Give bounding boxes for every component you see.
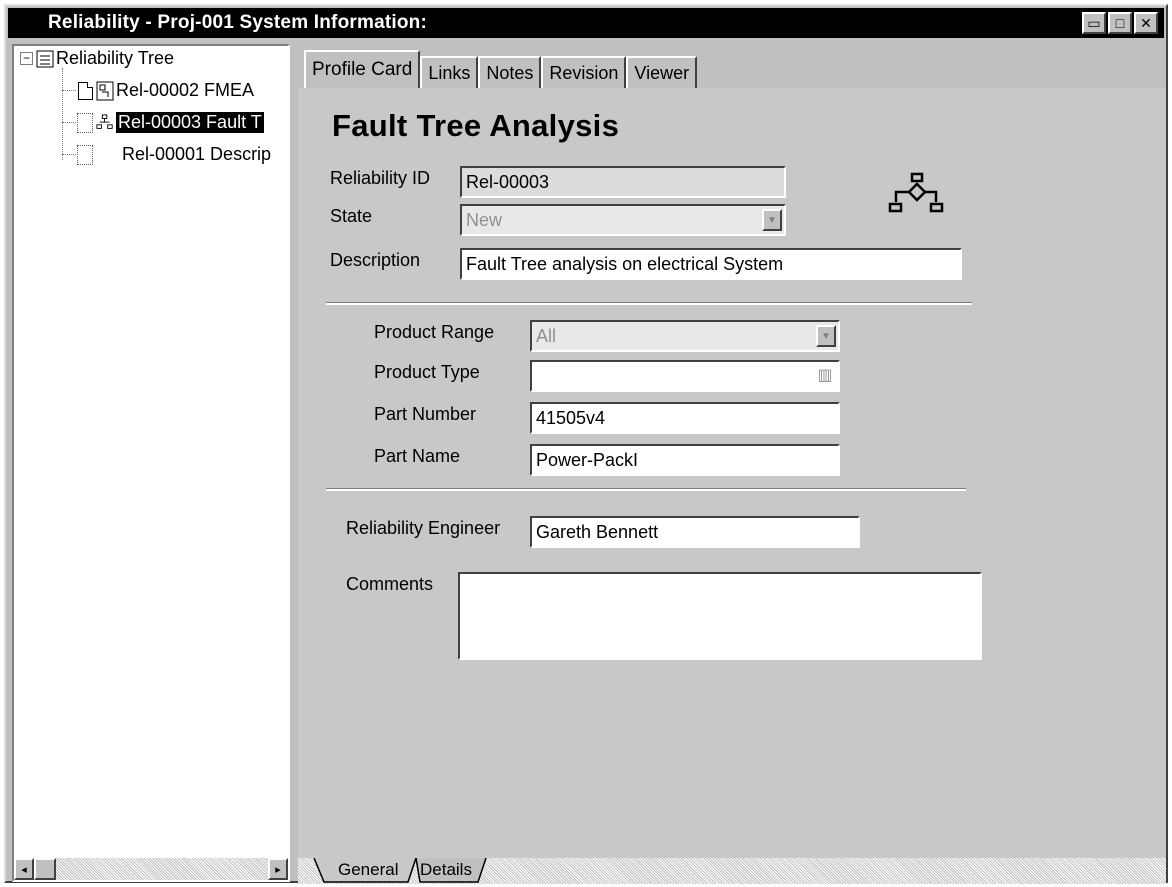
scroll-left-button[interactable]: ◂ — [14, 858, 34, 880]
tree-item-label: Rel-00002 FMEA — [116, 80, 255, 100]
state-value: New — [466, 210, 503, 230]
description-label: Description — [330, 250, 421, 270]
product-range-value: All — [536, 326, 557, 346]
page-title: Fault Tree Analysis — [332, 108, 620, 143]
fault-tree-icon — [888, 172, 946, 225]
tree-horizontal-scrollbar[interactable]: ◂ ▸ — [14, 858, 288, 880]
tree-item-label: Rel-00003 Fault T — [116, 112, 264, 133]
tab-links[interactable]: Links — [420, 56, 479, 88]
divider — [326, 488, 966, 491]
tab-details[interactable]: Details — [414, 858, 478, 882]
collapse-icon[interactable]: − — [20, 52, 33, 65]
tree-root[interactable]: − Reliability Tree — [20, 48, 174, 69]
part-number-label: Part Number — [374, 404, 477, 424]
title-bar[interactable]: Reliability - Proj-001 System Informatio… — [8, 8, 1164, 38]
bottom-tab-strip: General Details — [298, 858, 1166, 884]
state-label: State — [330, 206, 373, 226]
fmea-icon — [96, 81, 114, 101]
chevron-down-icon[interactable]: ▼ — [762, 209, 782, 231]
tab-revision[interactable]: Revision — [541, 56, 627, 88]
profile-card-panel: Fault Tree Analysis Reliability ID Rel-0… — [298, 88, 1166, 858]
maximize-icon: □ — [1115, 15, 1125, 31]
product-range-select[interactable]: All ▼ — [530, 320, 840, 352]
reliability-id-field[interactable]: Rel-00003 — [460, 166, 786, 198]
tab-viewer[interactable]: Viewer — [626, 56, 698, 88]
window-title: Reliability - Proj-001 System Informatio… — [48, 12, 427, 33]
description-field[interactable]: Fault Tree analysis on electrical System — [460, 248, 962, 280]
reliability-engineer-label: Reliability Engineer — [346, 518, 501, 538]
tree-item-rel-00001[interactable]: Rel-00001 Descrip — [76, 144, 271, 165]
tab-general[interactable]: General — [328, 858, 404, 882]
placeholder-icon — [76, 112, 94, 133]
part-name-label: Part Name — [374, 446, 461, 466]
tree-item-rel-00003[interactable]: Rel-00003 Fault T — [76, 112, 264, 133]
close-button[interactable]: ✕ — [1134, 12, 1158, 34]
placeholder-icon — [76, 144, 94, 165]
tree-item-label: Rel-00001 Descrip — [122, 144, 272, 164]
arrow-left-icon: ◂ — [21, 863, 27, 876]
tree-item-rel-00002[interactable]: Rel-00002 FMEA — [76, 80, 254, 101]
window-controls: ▭ □ ✕ — [1082, 12, 1158, 34]
app-window: Reliability - Proj-001 System Informatio… — [4, 4, 1168, 884]
tab-strip: Profile Card Links Notes Revision Viewer — [304, 50, 698, 88]
product-type-field[interactable]: ▥ — [530, 360, 840, 392]
close-icon: ✕ — [1140, 15, 1152, 31]
comments-textarea[interactable] — [458, 572, 982, 660]
reliability-engineer-field[interactable]: Gareth Bennett — [530, 516, 860, 548]
tree-connector — [62, 90, 76, 91]
reliability-tree-pane[interactable]: − Reliability Tree Rel-00002 FMEA Rel-00… — [12, 44, 290, 882]
minimize-icon: ▭ — [1087, 15, 1101, 31]
product-range-label: Product Range — [374, 322, 495, 342]
tree-root-label: Reliability Tree — [56, 48, 175, 68]
tree-root-icon — [36, 49, 54, 69]
chevron-down-icon[interactable]: ▼ — [816, 325, 836, 347]
grid-lookup-icon[interactable]: ▥ — [816, 366, 834, 386]
part-name-field[interactable]: Power-PackI — [530, 444, 840, 476]
maximize-button[interactable]: □ — [1108, 12, 1132, 34]
product-type-label: Product Type — [374, 362, 480, 382]
part-number-field[interactable]: 41505v4 — [530, 402, 840, 434]
tree-connector — [62, 68, 63, 160]
comments-label: Comments — [346, 574, 434, 594]
fault-tree-icon — [96, 113, 114, 133]
divider — [326, 302, 972, 305]
state-select[interactable]: New ▼ — [460, 204, 786, 236]
tree-connector — [62, 154, 76, 155]
arrow-right-icon: ▸ — [275, 863, 281, 876]
scroll-thumb[interactable] — [34, 858, 56, 880]
tab-notes[interactable]: Notes — [478, 56, 542, 88]
tree-connector — [62, 122, 76, 123]
scroll-right-button[interactable]: ▸ — [268, 858, 288, 880]
minimize-button[interactable]: ▭ — [1082, 12, 1106, 34]
reliability-id-label: Reliability ID — [330, 168, 431, 188]
tab-profile-card[interactable]: Profile Card — [304, 50, 421, 88]
document-icon — [76, 81, 94, 101]
